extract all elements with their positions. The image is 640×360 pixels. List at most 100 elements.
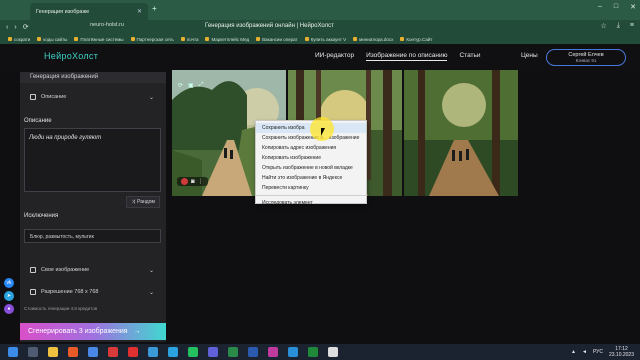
back-icon[interactable]: ‹ (6, 24, 8, 31)
bookmark-item[interactable]: Партнерская сеть (130, 37, 174, 42)
sidebar-header: Генерация изображений (20, 72, 166, 83)
bookmark-item[interactable]: Платёжные системы (74, 37, 124, 42)
user-credits: Кэнвас 91 (575, 58, 597, 63)
menu-translate-image[interactable]: Перевести картинку (256, 183, 366, 193)
address-bar-icons: ☆ ⤓ ≡ (601, 22, 634, 30)
random-button[interactable]: ⤨ Рандом (126, 196, 160, 208)
app-icon[interactable] (208, 347, 218, 357)
mode-select[interactable]: Описание ⌄ (24, 90, 162, 104)
tab-title: Генерация изображе (36, 8, 90, 15)
description-input[interactable]: Люди на природе гуляют (24, 128, 161, 192)
chrome-icon[interactable] (88, 347, 98, 357)
language-indicator[interactable]: РУС (593, 349, 603, 355)
save-icon[interactable]: ▣ (188, 82, 194, 89)
nav-ai-editor[interactable]: ИИ-редактор (315, 52, 354, 61)
site-logo[interactable]: НейроХолст (44, 51, 98, 61)
camera-icon[interactable]: ◙ (191, 179, 195, 185)
download-icon[interactable]: ⤓ (617, 22, 620, 30)
excel-icon[interactable] (228, 347, 238, 357)
reload-icon[interactable]: ⟳ (23, 23, 29, 31)
user-account-button[interactable]: Сергей Елчев Кэнвас 91 (546, 49, 626, 66)
address-bar-row: ‹ › ⟳ neuro-holst.ru Генерация изображен… (0, 20, 640, 34)
cost-note: Стоимость генерации 4,8 кредитов (24, 306, 98, 311)
new-tab-icon[interactable]: + (152, 4, 157, 13)
menu-copy-image[interactable]: Копировать изображение (256, 153, 366, 163)
folder-icon (130, 37, 135, 41)
resize-icon (30, 289, 36, 295)
folder-icon (353, 37, 358, 41)
nav-image-by-description[interactable]: Изображение по описанию (366, 52, 448, 61)
folder-icon (205, 37, 210, 41)
maximize-icon[interactable]: □ (614, 3, 618, 11)
network-icon[interactable]: ▲ (571, 349, 576, 355)
image-toolbar-top: ⟳ ▣ ⤢ (178, 82, 204, 89)
close-tab-icon[interactable]: ✕ (137, 8, 142, 15)
telegram-icon[interactable]: ➤ (4, 291, 14, 301)
app-icon[interactable] (148, 347, 158, 357)
telegram-taskbar-icon[interactable] (168, 347, 178, 357)
pencil-icon (30, 94, 36, 100)
edge-icon[interactable] (288, 347, 298, 357)
menu-search-yandex[interactable]: Найти это изображение в Яндексе (256, 173, 366, 183)
start-icon[interactable] (8, 347, 18, 357)
vk-icon[interactable]: vk (4, 278, 14, 288)
arrow-right-icon: → (133, 328, 141, 335)
folder-icon (8, 37, 12, 41)
menu-copy-image-address[interactable]: Копировать адрес изображения (256, 143, 366, 153)
menu-inspect-element[interactable]: Исследовать элемент (256, 198, 366, 208)
bookmark-item[interactable]: Вакансии операт (256, 37, 298, 42)
whatsapp-icon[interactable] (188, 347, 198, 357)
close-window-icon[interactable]: ✕ (630, 3, 636, 11)
volume-icon[interactable]: ◄ (582, 349, 587, 355)
forward-icon[interactable]: › (14, 24, 16, 31)
bookmark-item[interactable]: коды сайты (37, 37, 67, 42)
nav-prices[interactable]: Цены (521, 52, 538, 59)
url-field[interactable]: neuro-holst.ru (90, 22, 124, 28)
main-nav: ИИ-редактор Изображение по описанию Стат… (315, 52, 481, 61)
word-icon[interactable] (248, 347, 258, 357)
image-toolbar-bottom: ◙ ⋮ (177, 177, 208, 186)
menu-icon[interactable]: ≡ (630, 22, 634, 30)
window-controls: – □ ✕ (598, 3, 636, 11)
record-icon[interactable] (181, 178, 188, 185)
generated-image-3[interactable] (404, 70, 518, 196)
exclusions-input[interactable]: Блюр, размытость, мультик (24, 229, 161, 243)
own-image-select[interactable]: Свое изображение ⌄ (24, 263, 162, 277)
bookmark-item[interactable]: сократи (8, 37, 30, 42)
firefox-icon[interactable] (68, 347, 78, 357)
folder-icon (37, 37, 42, 41)
notepad-icon[interactable] (328, 347, 338, 357)
nav-articles[interactable]: Статьи (459, 52, 480, 61)
bookmark-icon[interactable]: ☆ (601, 22, 607, 30)
exclusions-label: Исключения (24, 213, 59, 219)
bookmarks-bar: сократи коды сайты Платёжные системы Пар… (0, 34, 640, 44)
chat-icon[interactable]: ● (4, 304, 14, 314)
bookmark-item[interactable]: миниатюра.docx (353, 37, 393, 42)
explorer-icon[interactable] (48, 347, 58, 357)
menu-open-image-new-tab[interactable]: Открыть изображение в новой вкладке (256, 163, 366, 173)
minimize-icon[interactable]: – (598, 3, 602, 11)
clock[interactable]: 17:12 23.10.2023 (609, 346, 634, 358)
bookmark-item[interactable]: Купить аккаунт V (304, 37, 346, 42)
shuffle-icon: ⤨ (131, 199, 136, 205)
expand-icon[interactable]: ⤢ (199, 82, 204, 89)
browser-tab[interactable]: Генерация изображе ✕ (30, 3, 148, 20)
resolution-select[interactable]: Разрешение 768 x 768 ⌄ (24, 285, 162, 299)
chevron-down-icon: ⌄ (148, 94, 154, 101)
more-icon[interactable]: ⋮ (198, 178, 204, 185)
yandex-browser-icon[interactable] (128, 347, 138, 357)
mode-select-label: Описание (41, 94, 67, 100)
bookmark-item[interactable]: Контур.Сайт (400, 37, 432, 42)
search-icon[interactable] (28, 347, 38, 357)
generate-button[interactable]: Сгенерировать 3 изображения → (20, 323, 166, 340)
bookmark-item[interactable]: почта (180, 37, 198, 42)
app-icon[interactable] (308, 347, 318, 357)
image-icon (30, 267, 36, 273)
taskbar: ▲ ◄ РУС 17:12 23.10.2023 (0, 344, 640, 360)
folder-icon (180, 37, 185, 41)
refresh-icon[interactable]: ⟳ (178, 82, 183, 89)
yandex-icon[interactable] (108, 347, 118, 357)
bookmark-item[interactable]: Маркетплейс Мед (205, 37, 249, 42)
date: 23.10.2023 (608, 352, 634, 358)
app-icon[interactable] (268, 347, 278, 357)
